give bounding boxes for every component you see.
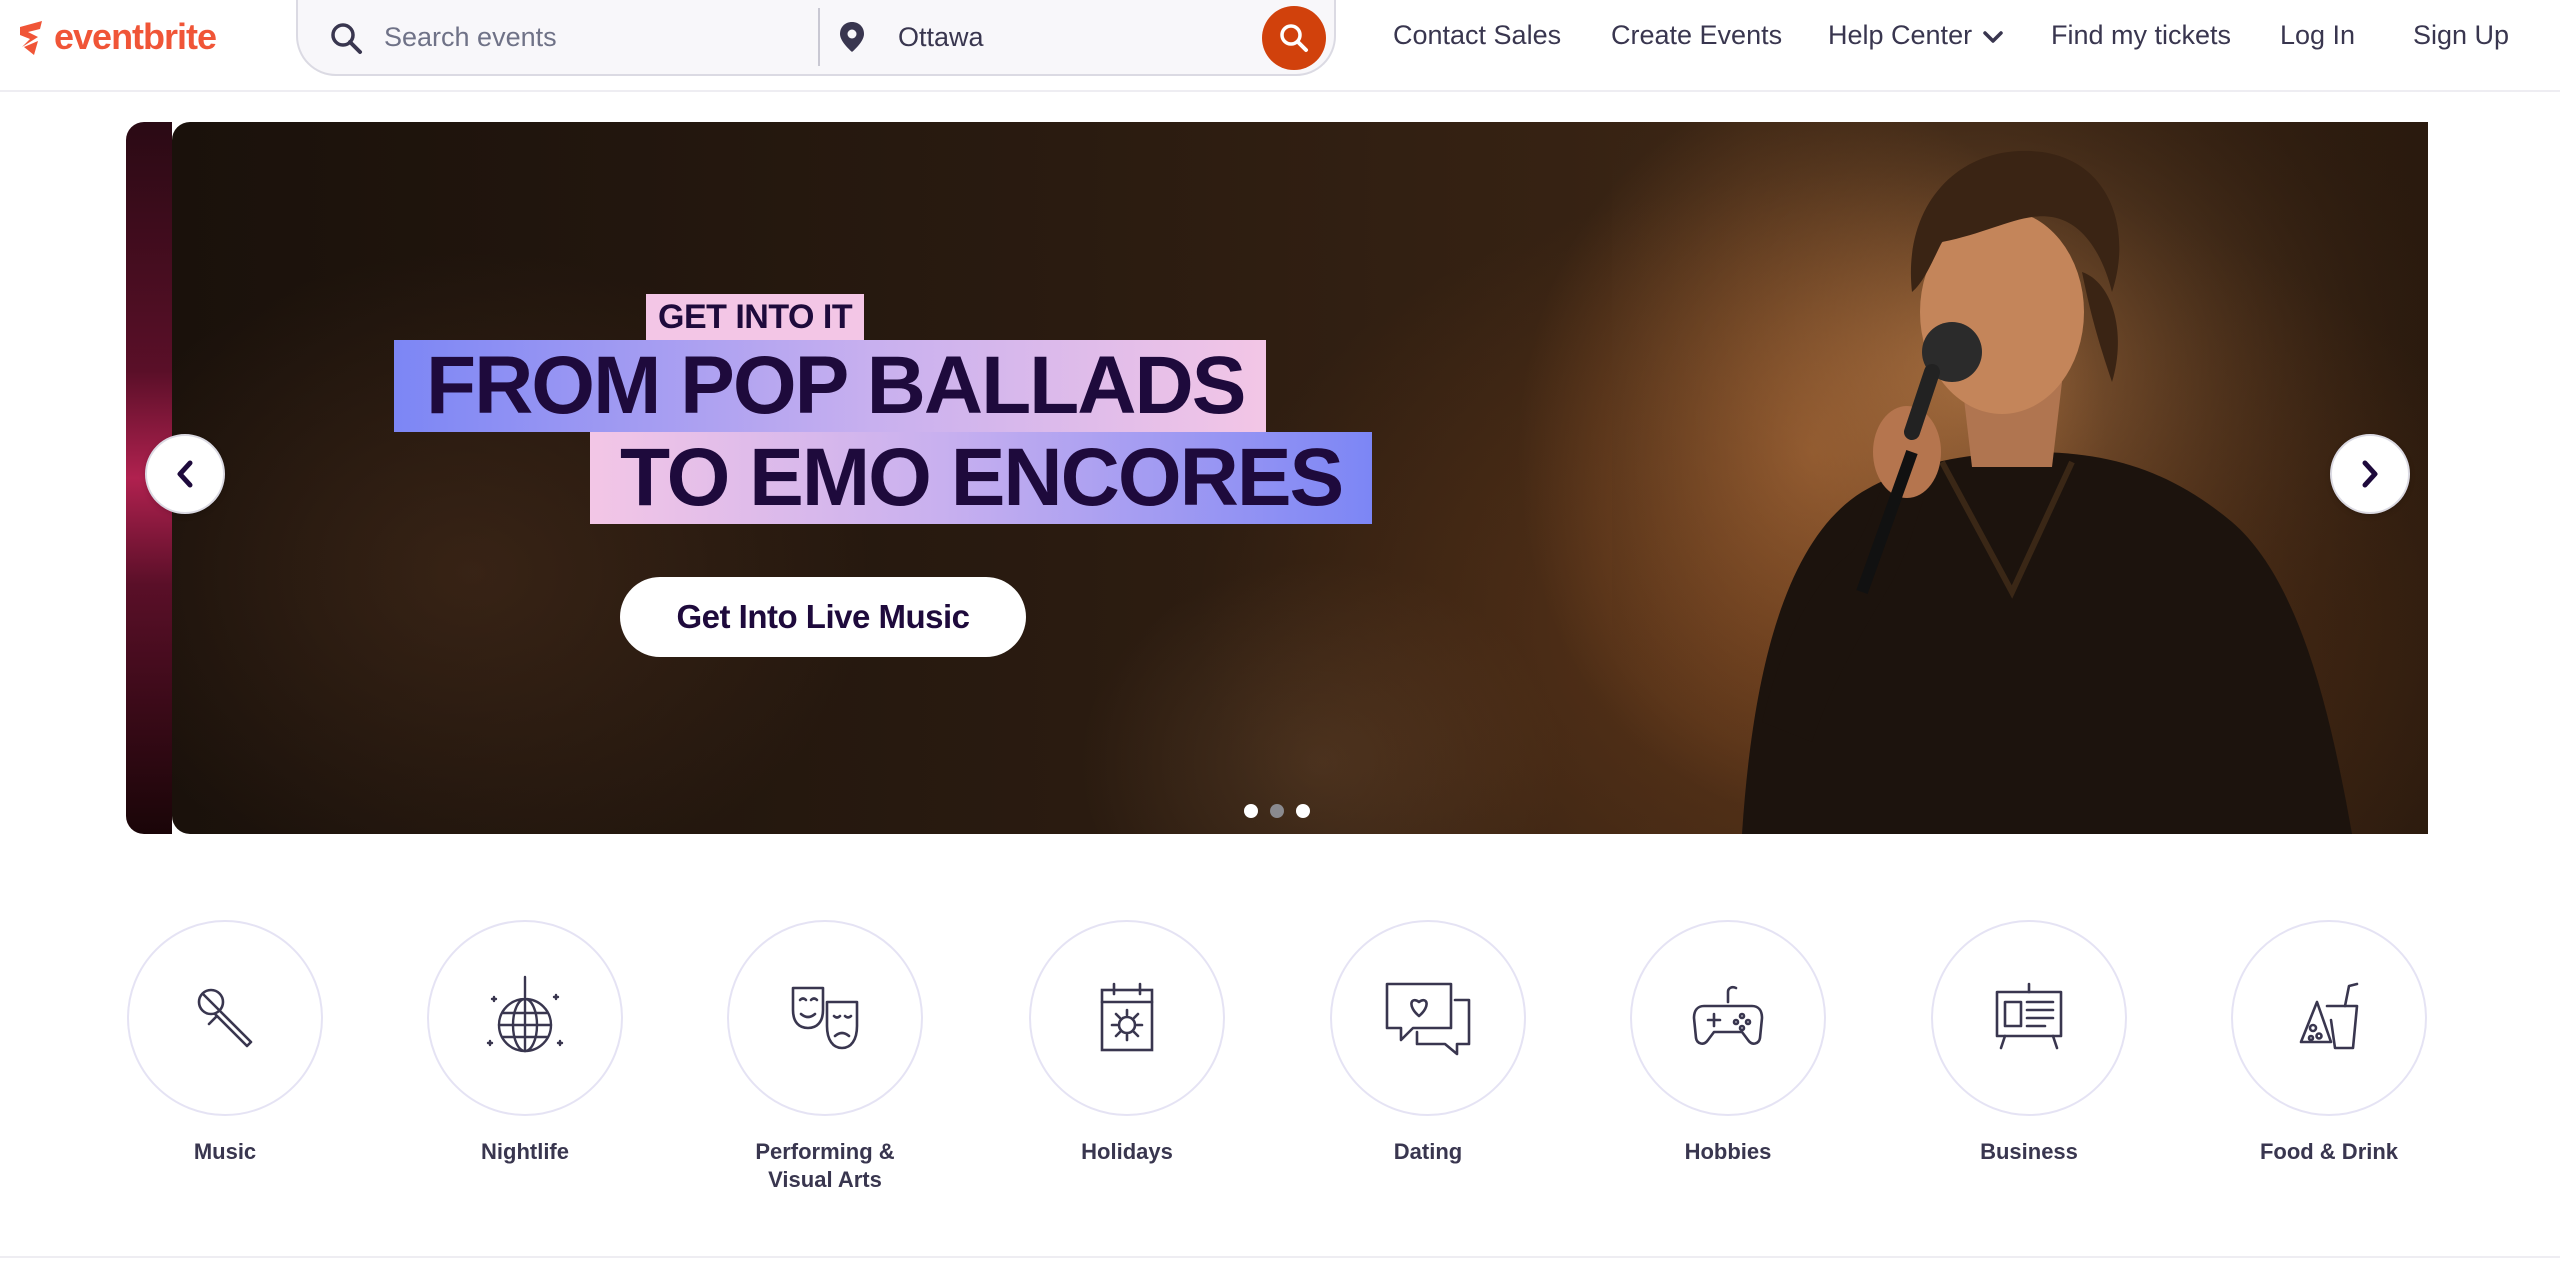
category-dating[interactable]: Dating: [1328, 920, 1528, 1166]
carousel-dot-1[interactable]: [1244, 804, 1258, 818]
microphone-icon: [197, 988, 253, 1048]
nav-create-events[interactable]: Create Events: [1611, 20, 1782, 51]
category-label: Nightlife: [481, 1139, 569, 1164]
category-business[interactable]: Business: [1929, 920, 2129, 1166]
category-performing-visual-arts[interactable]: Performing & Visual Arts: [725, 920, 925, 1194]
calendar-sun-icon: [1100, 982, 1154, 1052]
category-hobbies[interactable]: Hobbies: [1628, 920, 1828, 1166]
location-pin-icon: [838, 20, 866, 54]
category-circle: [1029, 920, 1225, 1116]
category-label: Business: [1980, 1139, 2078, 1164]
logo-text: eventbrite: [54, 16, 217, 57]
section-divider: [0, 1256, 2560, 1258]
food-drink-icon: [2299, 982, 2359, 1050]
category-label: Holidays: [1081, 1139, 1173, 1164]
hero-headline-line-2: TO EMO ENCORES: [590, 432, 1373, 524]
hero-headline-line-1: FROM POP BALLADS: [394, 340, 1267, 432]
search-submit-button[interactable]: [1262, 6, 1326, 70]
presentation-board-icon: [1995, 982, 2063, 1050]
chevron-right-icon: [2362, 460, 2378, 488]
eventbrite-logo-icon: [20, 21, 42, 55]
location-input[interactable]: [898, 14, 1238, 60]
category-label: Music: [193, 1139, 257, 1164]
disco-ball-icon: [486, 975, 564, 1053]
carousel-next-button[interactable]: [2330, 434, 2410, 514]
nav-log-in[interactable]: Log In: [2280, 20, 2355, 51]
eventbrite-logo[interactable]: eventbrite: [16, 14, 217, 60]
theater-masks-icon: [791, 986, 859, 1050]
category-circle: [1931, 920, 2127, 1116]
chat-heart-icon: [1385, 982, 1471, 1056]
chevron-left-icon: [177, 460, 193, 488]
category-circle: [727, 920, 923, 1116]
top-header: eventbrite Contact Sales Create Events H…: [0, 0, 2560, 92]
hero-eyebrow: GET INTO IT: [646, 294, 865, 340]
category-circle: [1330, 920, 1526, 1116]
search-icon: [1280, 24, 1308, 52]
search-bar: [296, 0, 1336, 76]
category-food-drink[interactable]: Food & Drink: [2229, 920, 2429, 1166]
singer-illustration: [1612, 122, 2428, 834]
carousel-prev-button[interactable]: [145, 434, 225, 514]
category-label: Performing & Visual Arts: [755, 1139, 895, 1192]
chevron-down-icon: [1983, 31, 2003, 43]
hero-cta-button[interactable]: Get Into Live Music: [620, 577, 1026, 657]
category-music[interactable]: Music: [125, 920, 325, 1166]
category-nightlife[interactable]: Nightlife: [425, 920, 625, 1166]
nav-help-center-label: Help Center: [1828, 20, 1973, 50]
category-circle: [2231, 920, 2427, 1116]
category-label: Food & Drink: [2259, 1139, 2399, 1164]
carousel-dot-2[interactable]: [1270, 804, 1284, 818]
nav-sign-up[interactable]: Sign Up: [2413, 20, 2509, 51]
nav-find-my-tickets[interactable]: Find my tickets: [2051, 20, 2231, 51]
category-label: Hobbies: [1684, 1139, 1772, 1164]
category-circle: [127, 920, 323, 1116]
category-holidays[interactable]: Holidays: [1027, 920, 1227, 1166]
hero-banner: GET INTO IT FROM POP BALLADS TO EMO ENCO…: [172, 122, 2428, 834]
gamepad-icon: [1692, 985, 1764, 1045]
category-circle: [427, 920, 623, 1116]
carousel-dot-3[interactable]: [1296, 804, 1310, 818]
carousel-pagination: [1244, 804, 1310, 818]
search-divider: [818, 8, 820, 66]
nav-help-center[interactable]: Help Center: [1828, 20, 2004, 51]
search-icon: [328, 20, 364, 56]
nav-contact-sales[interactable]: Contact Sales: [1393, 20, 1561, 51]
category-label: Dating: [1393, 1139, 1463, 1164]
category-circle: [1630, 920, 1826, 1116]
